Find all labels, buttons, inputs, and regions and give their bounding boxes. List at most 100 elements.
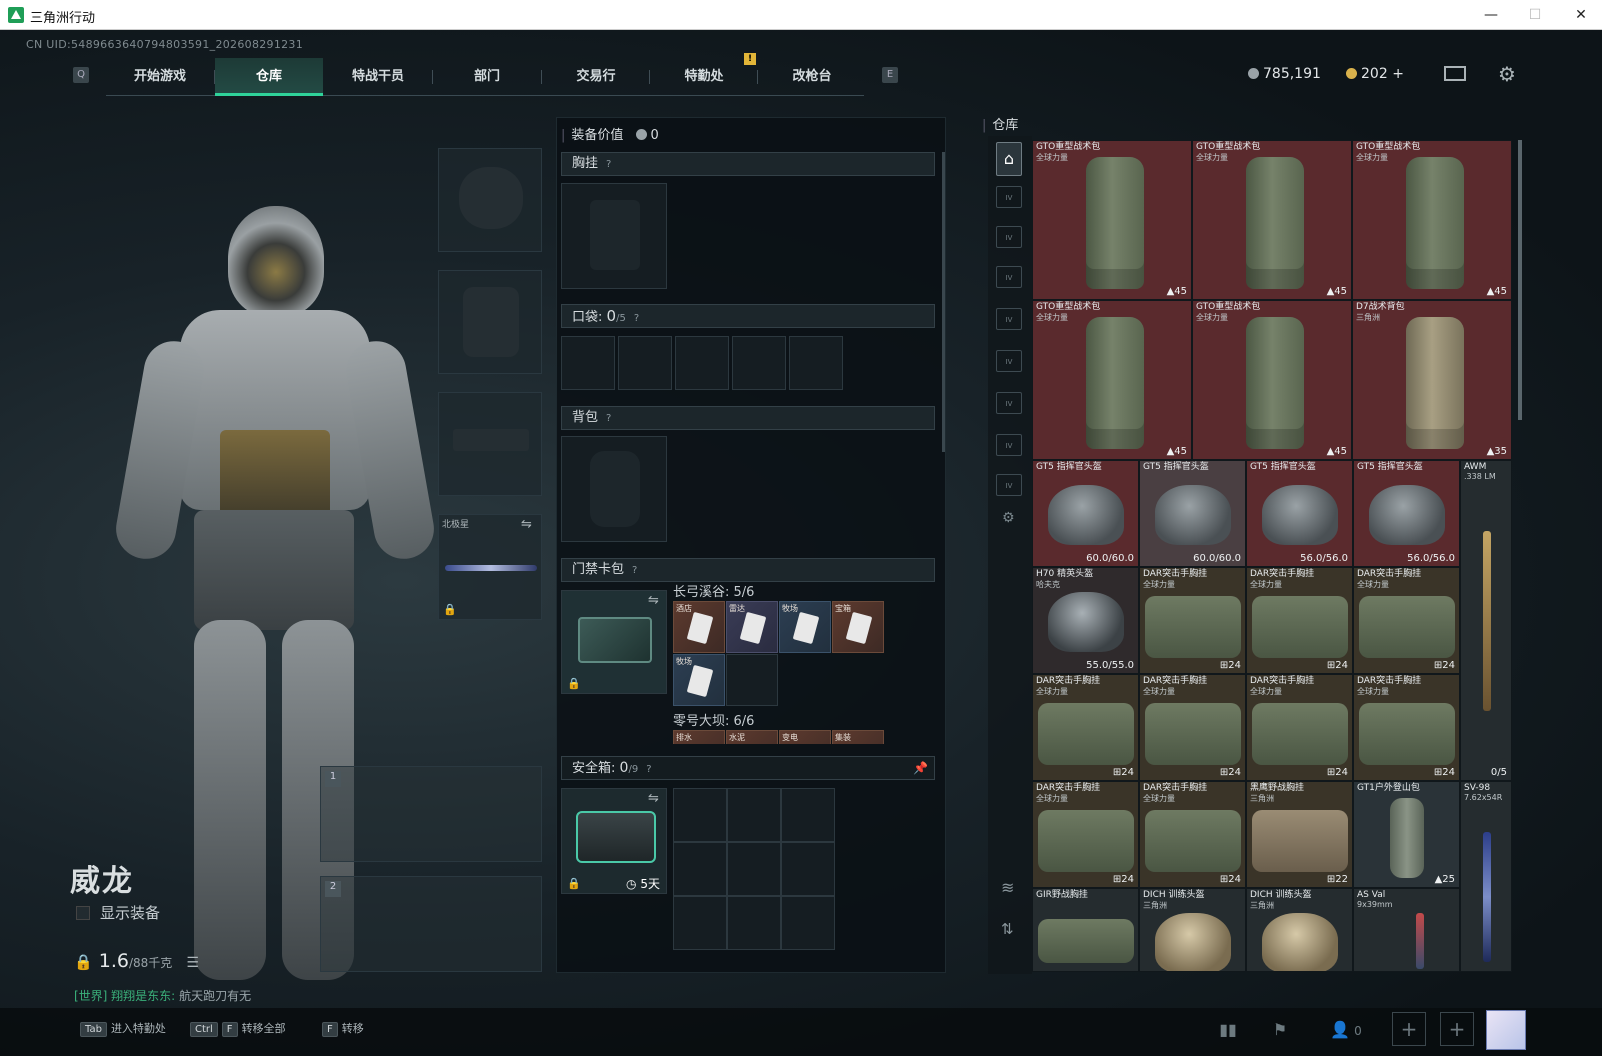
keycard-empty-slot[interactable]	[726, 654, 778, 706]
minimize-button[interactable]: —	[1476, 4, 1506, 26]
safebox-cell[interactable]	[727, 842, 781, 896]
melee-slot[interactable]: 北极星 ⇋ 🔒	[438, 514, 542, 620]
pocket-slot[interactable]	[789, 336, 843, 390]
secondary-weapon-slot[interactable]: 2	[320, 876, 542, 972]
help-icon[interactable]: ?	[632, 560, 637, 582]
keycard-item[interactable]: 牧场	[779, 601, 831, 653]
keycard-item[interactable]: 水泥	[726, 730, 778, 744]
pin-icon[interactable]: 📌	[913, 757, 928, 779]
safebox-cell[interactable]	[673, 896, 727, 950]
warehouse-item[interactable]: 黑鹰野战胸挂 三角洲 ⊞22	[1246, 781, 1353, 888]
transfer-all-button[interactable]: Ctrl F 转移全部	[190, 1020, 286, 1037]
player-avatar[interactable]	[1486, 1010, 1526, 1050]
warehouse-item[interactable]: DAR突击手胸挂 全球力量 ⊞24	[1032, 781, 1139, 888]
swap-icon[interactable]: ⇋	[648, 593, 659, 608]
settings-gear-icon[interactable]: ⚙	[1498, 62, 1516, 86]
keycard-case-slot[interactable]: ⇋ 🔒	[561, 590, 667, 694]
backpack-slot[interactable]	[561, 436, 667, 542]
keycard-item[interactable]: 集装	[832, 730, 884, 744]
warehouse-item[interactable]: GT5 指挥官头盔 60.0/60.0	[1139, 460, 1246, 567]
close-button[interactable]: ✕	[1566, 4, 1596, 26]
warehouse-item[interactable]: GTO重型战术包 全球力量 ▲45	[1192, 300, 1352, 460]
show-equipment-toggle[interactable]: 显示装备	[76, 902, 160, 923]
keycard-item[interactable]: 变电	[779, 730, 831, 744]
add-gold-button[interactable]: +	[1392, 66, 1404, 82]
safebox-cell[interactable]	[673, 788, 727, 842]
warehouse-item[interactable]: DAR突击手胸挂 全球力量 ⊞24	[1139, 567, 1246, 674]
nav-next-key[interactable]: E	[882, 67, 898, 83]
warehouse-item[interactable]: GT5 指挥官头盔 56.0/56.0	[1353, 460, 1460, 567]
help-icon[interactable]: ?	[606, 408, 611, 430]
keycard-item[interactable]: 酒店	[673, 601, 725, 653]
layers-icon[interactable]: ≋	[1001, 878, 1014, 897]
flag-icon[interactable]: ⚑	[1266, 1016, 1294, 1044]
warehouse-settings-gear-icon[interactable]: ⚙	[1002, 510, 1015, 526]
warehouse-item[interactable]: GT5 指挥官头盔 56.0/56.0	[1246, 460, 1353, 567]
pocket-slot[interactable]	[618, 336, 672, 390]
warehouse-page-icon[interactable]: IV	[996, 434, 1022, 456]
pocket-slot[interactable]	[561, 336, 615, 390]
warehouse-item[interactable]: AS Val 9x39mm	[1353, 888, 1460, 972]
checkbox-icon[interactable]	[76, 906, 90, 920]
sort-icon[interactable]: ⇅	[1001, 920, 1014, 938]
warehouse-page-icon[interactable]: IV	[996, 392, 1022, 414]
warehouse-item[interactable]: DAR突击手胸挂 全球力量 ⊞24	[1139, 781, 1246, 888]
armor-slot[interactable]	[438, 270, 542, 374]
tab-special-ops[interactable]: 特勤处	[650, 58, 758, 96]
nav-prev-key[interactable]: Q	[73, 67, 89, 83]
warehouse-page-icon[interactable]: IV	[996, 474, 1022, 496]
tab-trading[interactable]: 交易行	[542, 58, 650, 96]
warehouse-item[interactable]: DAR突击手胸挂 全球力量 ⊞24	[1246, 674, 1353, 781]
tab-department[interactable]: 部门	[433, 58, 541, 96]
pocket-slot[interactable]	[675, 336, 729, 390]
warehouse-home-icon[interactable]: ⌂	[996, 142, 1022, 176]
safebox-slot[interactable]: ⇋ 🔒 ◷ 5天	[561, 788, 667, 894]
team-icon[interactable]: 👤 0	[1326, 1016, 1366, 1044]
swap-icon[interactable]: ⇋	[521, 517, 532, 532]
warehouse-item[interactable]: DAR突击手胸挂 全球力量 ⊞24	[1353, 567, 1460, 674]
tab-start-game[interactable]: 开始游戏	[106, 58, 214, 96]
keycard-item[interactable]: 排水	[673, 730, 725, 744]
helmet-slot[interactable]	[438, 148, 542, 252]
warehouse-item[interactable]: DAR突击手胸挂 全球力量 ⊞24	[1246, 567, 1353, 674]
keycard-item[interactable]: 牧场	[673, 654, 725, 706]
tab-operators[interactable]: 特战干员	[324, 58, 432, 96]
warehouse-item[interactable]: GT1户外登山包 ▲25	[1353, 781, 1460, 888]
safebox-cell[interactable]	[781, 788, 835, 842]
warehouse-item[interactable]: GTO重型战术包 全球力量 ▲45	[1352, 140, 1512, 300]
warehouse-page-icon[interactable]: IV	[996, 226, 1022, 248]
warehouse-item[interactable]: GTO重型战术包 全球力量 ▲45	[1032, 140, 1192, 300]
warehouse-item[interactable]: GT5 指挥官头盔 60.0/60.0	[1032, 460, 1139, 567]
tab-warehouse[interactable]: 仓库	[215, 58, 323, 96]
warehouse-item[interactable]: GIR野战胸挂	[1032, 888, 1139, 972]
pocket-slot[interactable]	[732, 336, 786, 390]
warehouse-item[interactable]: H70 精英头盔 哈夫克 55.0/55.0	[1032, 567, 1139, 674]
warehouse-page-icon[interactable]: IV	[996, 186, 1022, 208]
help-icon[interactable]: ?	[634, 308, 639, 330]
chest-rig-slot[interactable]	[561, 183, 667, 289]
warehouse-item[interactable]: DAR突击手胸挂 全球力量 ⊞24	[1353, 674, 1460, 781]
tab-gunsmith[interactable]: 改枪台	[758, 58, 866, 96]
stats-chart-icon[interactable]: ▮▮	[1214, 1016, 1242, 1044]
primary-weapon-slot[interactable]: 1	[320, 766, 542, 862]
keycard-item[interactable]: 雷达	[726, 601, 778, 653]
safebox-cell[interactable]	[727, 788, 781, 842]
warehouse-item[interactable]: SV-98 7.62x54R	[1460, 781, 1512, 972]
transfer-button[interactable]: F 转移	[322, 1020, 364, 1037]
invite-slot-button[interactable]: +	[1440, 1012, 1474, 1046]
safebox-cell[interactable]	[781, 842, 835, 896]
pistol-slot[interactable]	[438, 392, 542, 496]
warehouse-item[interactable]: GTO重型战术包 全球力量 ▲45	[1192, 140, 1352, 300]
mail-icon[interactable]	[1444, 66, 1466, 81]
warehouse-item[interactable]: D7战术背包 三角洲 ▲35	[1352, 300, 1512, 460]
invite-slot-button[interactable]: +	[1392, 1012, 1426, 1046]
safebox-cell[interactable]	[673, 842, 727, 896]
list-icon[interactable]: ☰	[186, 955, 199, 971]
help-icon[interactable]: ?	[606, 154, 611, 176]
warehouse-item[interactable]: DICH 训练头盔 三角洲	[1139, 888, 1246, 972]
maximize-button[interactable]: ☐	[1520, 4, 1550, 26]
warehouse-scrollbar[interactable]	[1518, 140, 1522, 420]
safebox-cell[interactable]	[781, 896, 835, 950]
safebox-cell[interactable]	[727, 896, 781, 950]
keycard-item[interactable]: 宝箱	[832, 601, 884, 653]
